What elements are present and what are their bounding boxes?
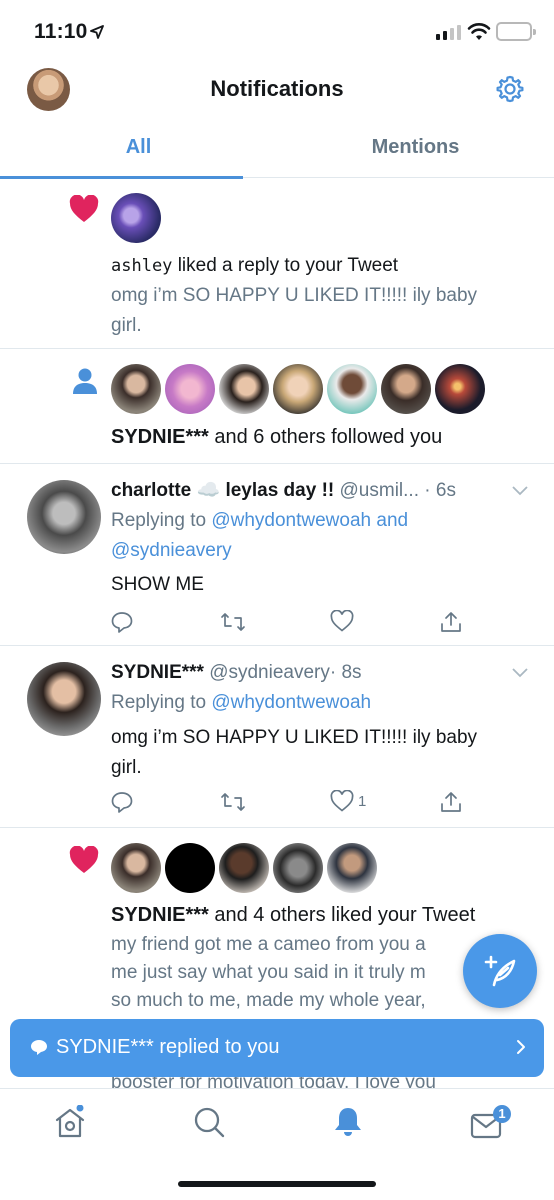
replying-prefix: Replying to — [111, 510, 207, 531]
notification-text: ashley liked a reply to your Tweet — [111, 251, 398, 281]
new-reply-banner[interactable]: SYDNIE*** replied to you — [10, 1019, 544, 1077]
page-title: Notifications — [210, 76, 344, 101]
tweet-body-cont: girl. — [111, 757, 142, 778]
banner-text: SYDNIE*** replied to you — [56, 1036, 280, 1058]
username: SYDNIE*** — [111, 904, 209, 926]
compose-feather-icon — [484, 955, 516, 987]
nav-notifications[interactable] — [331, 1105, 365, 1144]
retweet-icon[interactable] — [220, 610, 246, 634]
home-icon — [55, 1104, 85, 1138]
tweet-charlotte[interactable]: charlotte ☁️ leylas day !! @usmil... · 6… — [0, 464, 554, 646]
retweet-icon[interactable] — [220, 790, 246, 814]
avatar[interactable] — [273, 364, 323, 414]
reply-mention[interactable]: @whydontwewoah — [211, 692, 371, 713]
avatar[interactable] — [111, 364, 161, 414]
avatar[interactable] — [27, 662, 101, 736]
notification-follow[interactable]: SYDNIE*** and 6 others followed you — [0, 349, 554, 464]
tab-mentions[interactable]: Mentions — [277, 124, 554, 178]
reply-mentions[interactable]: @whydontwewoah and — [211, 510, 408, 531]
home-indicator[interactable] — [178, 1181, 376, 1187]
wifi-icon — [467, 23, 491, 40]
tweet-preview: omg i’m SO HAPPY U LIKED IT!!!!! ily bab… — [111, 285, 478, 306]
avatar[interactable] — [273, 843, 323, 893]
tweet-actions: 1 — [110, 790, 470, 818]
compose-tweet-button[interactable] — [463, 934, 537, 1008]
username: SYDNIE*** — [111, 426, 209, 448]
heart-outline-icon — [330, 790, 354, 812]
replying-to: Replying to @whydontwewoah — [111, 688, 371, 718]
messages-badge: 1 — [498, 1106, 506, 1121]
avatar[interactable] — [219, 843, 269, 893]
cellular-signal-icon — [436, 24, 461, 40]
avatar[interactable] — [219, 364, 269, 414]
notification-action: liked a reply to your Tweet — [177, 255, 399, 276]
tab-all[interactable]: All — [0, 124, 277, 179]
replying-to: Replying to @whydontwewoah and — [111, 506, 408, 536]
status-bar: 11:10 — [0, 0, 554, 62]
notification-text: SYDNIE*** and 4 others liked your Tweet — [111, 900, 475, 930]
tweet-sydnie[interactable]: SYDNIE*** @sydnieavery· 8s Replying to @… — [0, 646, 554, 828]
share-icon[interactable] — [440, 610, 462, 634]
mail-icon — [470, 1105, 511, 1139]
notification-action: and 6 others followed you — [214, 426, 443, 448]
tweet-body: SHOW ME — [111, 574, 204, 595]
notification-like-ashley[interactable]: ashley liked a reply to your Tweet omg i… — [0, 179, 554, 349]
battery-icon — [496, 22, 536, 41]
handle: @sydnieavery — [209, 662, 330, 683]
tweet-actions — [110, 610, 470, 638]
chevron-right-icon — [517, 1040, 525, 1054]
notification-text: SYDNIE*** and 6 others followed you — [111, 422, 442, 452]
tab-mentions-label: Mentions — [371, 136, 460, 158]
search-icon — [194, 1107, 225, 1138]
location-arrow-icon — [90, 25, 104, 39]
username: ashley — [111, 256, 173, 276]
avatar[interactable] — [327, 364, 377, 414]
avatar[interactable] — [111, 843, 161, 893]
avatar[interactable] — [165, 843, 215, 893]
handle: @usmil... — [339, 480, 419, 501]
gear-icon[interactable] — [495, 74, 525, 104]
tweet-preview: my friend got me a cameo from you a — [111, 934, 426, 955]
reply-icon[interactable] — [110, 790, 134, 814]
tweet-preview-cont: so much to me, made my whole year, — [111, 990, 426, 1011]
nav-home[interactable] — [53, 1104, 87, 1144]
avatar[interactable] — [435, 364, 485, 414]
tweet-preview-cont: me just say what you said in it truly m — [111, 962, 426, 983]
avatar[interactable] — [111, 193, 161, 243]
display-name[interactable]: charlotte ☁️ leylas day !! — [111, 480, 334, 501]
avatar[interactable] — [381, 364, 431, 414]
heart-filled-icon — [69, 846, 99, 873]
avatar[interactable] — [27, 480, 101, 554]
replying-prefix: Replying to — [111, 692, 207, 713]
timestamp: · 8s — [329, 662, 362, 683]
avatar[interactable] — [327, 843, 377, 893]
display-name[interactable]: SYDNIE*** — [111, 662, 204, 683]
bell-icon — [335, 1108, 361, 1136]
reply-mention[interactable]: @sydnieavery — [111, 536, 232, 566]
reply-icon[interactable] — [110, 610, 134, 634]
chevron-down-icon[interactable] — [512, 668, 528, 678]
like-count: 1 — [358, 792, 367, 810]
notification-action: and 4 others liked your Tweet — [214, 904, 476, 926]
tweet-header: charlotte ☁️ leylas day !! @usmil... · 6… — [111, 476, 531, 506]
person-icon — [73, 368, 97, 394]
avatar[interactable] — [165, 364, 215, 414]
tab-bar: All Mentions — [0, 124, 554, 179]
tweet-preview-cont: girl. — [111, 315, 142, 336]
like-action[interactable]: 1 — [330, 790, 366, 812]
tweet-body: omg i’m SO HAPPY U LIKED IT!!!!! ily bab… — [111, 727, 478, 748]
like-action[interactable] — [330, 610, 358, 632]
tweet-header: SYDNIE*** @sydnieavery· 8s — [111, 658, 362, 688]
share-icon[interactable] — [440, 790, 462, 814]
tab-all-label: All — [125, 136, 152, 158]
heart-filled-icon — [69, 195, 99, 222]
header: Notifications — [0, 62, 554, 116]
nav-messages[interactable]: 1 — [470, 1105, 514, 1146]
nav-search[interactable] — [192, 1105, 226, 1144]
status-time: 11:10 — [34, 20, 88, 43]
heart-outline-icon — [330, 610, 354, 632]
chevron-down-icon[interactable] — [512, 486, 528, 496]
timestamp: · 6s — [424, 480, 456, 501]
chat-bubble-icon — [31, 1040, 47, 1055]
